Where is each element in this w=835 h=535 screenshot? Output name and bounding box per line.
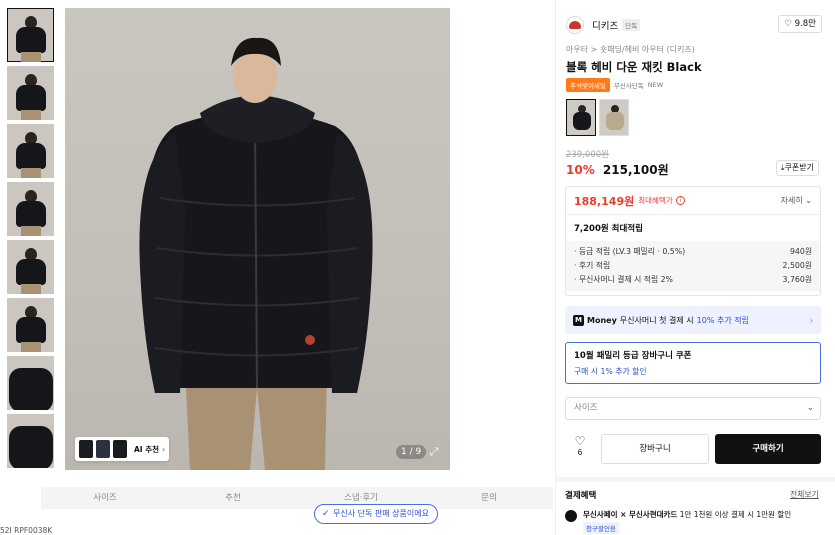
variant-selector [566,99,629,136]
payment-benefit-item: 무신사페이 × 무신사현대카드 1만 1천원 이상 결제 시 1만원 할인 청구… [565,509,791,534]
brand-logo[interactable] [566,16,584,34]
tab-size[interactable]: 사이즈 [41,487,169,509]
exclusive-badge: 무신사단독 [613,82,644,90]
money-text: 무신사머니 첫 결제 시 [619,315,694,325]
brand-name[interactable]: 디키즈 [592,18,618,32]
breadcrumb[interactable]: 아우터 > 숏패딩/헤비 아우터 (디키즈) [566,44,695,55]
coupon-desc: 구매 시 1% 추가 할인 [574,367,647,376]
benefit-box: 188,149원 최대혜택가 i 자세히 ⌄ 7,200원 최대적립 · 등급 … [565,186,821,296]
payment-benefit-text: 무신사페이 × 무신사현대카드 1만 1천원 이상 결제 시 1만원 할인 청구… [583,509,791,534]
money-brand: Money [587,315,617,325]
thumbnail-3[interactable] [7,124,54,178]
points-item-value: 2,500원 [782,261,813,270]
variant-beige[interactable] [599,99,629,136]
discount-rate: 10% [566,163,595,177]
product-badges: 추석맞이세일 무신사단독 NEW [566,78,663,92]
thumbnail-4[interactable] [7,182,54,236]
ai-recommend-label: AI 추천 [134,444,160,454]
sale-badge: 추석맞이세일 [566,78,610,92]
musinsa-money-banner[interactable]: M Money 무신사머니 첫 결제 시 10% 추가 적립 › [565,306,821,334]
chevron-down-icon: ⌄ [805,196,812,205]
thumbnail-6[interactable] [7,298,54,352]
points-list: · 등급 적립 (LV.3 패밀리 · 0.5%) 940원 · 후기 적립 2,50… [566,241,820,291]
payment-see-all-link[interactable]: 전체보기 [790,489,819,500]
benefit-detail-label: 자세히 [780,196,803,205]
points-title: 7,200원 최대적립 [574,224,643,234]
money-highlight: 10% 추가 적립 [696,315,749,325]
money-icon: M [573,314,584,326]
heart-icon: ♡ [574,434,586,448]
thumbnail-5[interactable] [7,240,54,294]
product-sku: 52I RPF0038K [0,526,53,535]
color-options-chip[interactable]: AI 추천 › [75,437,170,461]
heart-icon: ♡ [784,19,792,29]
buy-now-button[interactable]: 구매하기 [715,434,821,464]
payment-tag: 청구할인용 [583,522,619,534]
points-item-label: · 후기 적립 [574,261,611,270]
thumbnail-2[interactable] [7,66,54,120]
benefit-detail-toggle[interactable]: 자세히 ⌄ [781,195,812,206]
chevron-down-icon: ⌄ [806,403,814,413]
chevron-right-icon: › [809,315,813,325]
payment-line-bold: 무신사페이 × 무신사현대카드 [583,510,678,519]
tab-recommend[interactable]: 추천 [169,487,297,509]
expand-icon[interactable]: ⤢ [427,445,441,459]
thumbnail-1[interactable] [7,8,54,62]
sale-price: 215,100원 [602,163,669,177]
points-item: · 등급 적립 (LV.3 패밀리 · 0.5%) 940원 [574,245,812,259]
tab-inquiry[interactable]: 문의 [425,487,553,509]
product-like-count: 6 [577,448,583,457]
card-logo-icon [565,510,577,522]
max-benefit-label: 최대혜택가 [638,196,673,205]
points-item: · 무신사머니 결제 시 적립 2% 3,760원 [574,273,812,287]
color-swatch-dark[interactable] [113,440,127,458]
payment-line-rest: 1만 1천원 이상 결제 시 1만원 할인 [677,510,792,519]
points-item-label: · 무신사머니 결제 시 적립 2% [574,275,673,284]
detail-tabs: 사이즈 추천 스냅·후기 문의 [41,487,553,509]
model-illustration [139,37,373,470]
coupon-button-label: 쿠폰받기 [784,163,814,172]
max-benefit-price: 188,149원 [574,194,635,208]
product-like-button[interactable]: ♡ 6 [565,434,595,464]
product-title: 블록 헤비 다운 재킷 Black [566,60,702,74]
points-item-label: · 등급 적립 (LV.3 패밀리 · 0.5%) [574,247,686,256]
size-select-placeholder: 사이즈 [574,403,598,413]
section-divider [555,477,835,482]
thumbnail-7[interactable] [7,356,54,410]
payment-benefit-heading: 결제혜택 [565,491,597,501]
brand-row: 디키즈 단독 ♡ 9.8만 [566,14,822,36]
points-item: · 후기 적립 2,500원 [574,259,812,273]
color-swatch-black[interactable] [79,440,93,458]
color-swatch-navy[interactable] [96,440,110,458]
coupon-title: 10월 패밀리 등급 장바구니 쿠폰 [574,351,692,361]
variant-black[interactable] [566,99,596,136]
points-item-value: 3,760원 [782,275,813,284]
info-icon[interactable]: i [675,196,685,205]
purchase-actions: ♡ 6 장바구니 구매하기 [565,434,821,464]
check-icon: ✓ [322,509,330,519]
thumbnail-strip [7,8,54,472]
exclusive-toast: ✓ 무신사 단독 판매 상품이에요 [314,504,438,524]
get-coupon-button[interactable]: ⤓쿠폰받기 [776,160,819,176]
cart-coupon-box[interactable]: 10월 패밀리 등급 장바구니 쿠폰 구매 시 1% 추가 할인 [565,342,821,384]
main-product-image[interactable] [65,8,450,470]
max-benefit-row: 188,149원 최대혜택가 i 자세히 ⌄ [566,187,820,215]
brand-like-button[interactable]: ♡ 9.8만 [778,15,822,33]
original-price: 239,000원 [566,150,609,160]
toast-text: 무신사 단독 판매 상품이에요 [333,509,429,518]
image-counter: 1 / 9 [396,445,427,459]
add-to-cart-button[interactable]: 장바구니 [601,434,709,464]
price-row: 10% 215,100원 [566,161,669,178]
brand-exclusive-tag: 단독 [622,19,641,31]
thumbnail-8[interactable] [7,414,54,468]
brand-like-count: 9.8만 [794,19,816,29]
size-select[interactable]: 사이즈 ⌄ [565,397,821,420]
points-item-value: 940원 [789,247,812,256]
chevron-right-icon: › [162,444,166,454]
new-badge: NEW [647,81,664,89]
